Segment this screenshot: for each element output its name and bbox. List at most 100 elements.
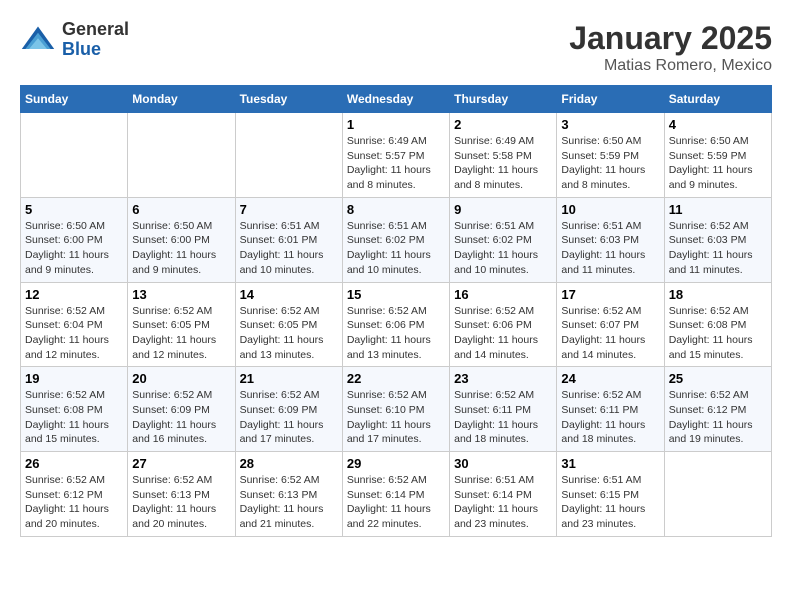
days-of-week-row: SundayMondayTuesdayWednesdayThursdayFrid…: [21, 86, 772, 113]
day-info: Sunrise: 6:52 AMSunset: 6:12 PMDaylight:…: [669, 388, 767, 447]
page-header: General Blue January 2025 Matias Romero,…: [20, 20, 772, 75]
day-info: Sunrise: 6:52 AMSunset: 6:13 PMDaylight:…: [240, 473, 338, 532]
calendar-cell: 1 Sunrise: 6:49 AMSunset: 5:57 PMDaylight…: [342, 113, 449, 198]
calendar-cell: 6Sunrise: 6:50 AMSunset: 6:00 PMDaylight…: [128, 197, 235, 282]
day-info: Sunrise: 6:51 AMSunset: 6:15 PMDaylight:…: [561, 473, 659, 532]
day-info: Sunrise: 6:52 AMSunset: 6:06 PMDaylight:…: [347, 304, 445, 363]
day-number: 31: [561, 456, 659, 471]
calendar-cell: 15Sunrise: 6:52 AMSunset: 6:06 PMDayligh…: [342, 282, 449, 367]
calendar-cell: 29 Sunrise: 6:52 AMSunset: 6:14 PMDayligh…: [342, 452, 449, 537]
day-number: 29: [347, 456, 445, 471]
day-number: 18: [669, 287, 767, 302]
calendar-cell: 11Sunrise: 6:52 AMSunset: 6:03 PMDayligh…: [664, 197, 771, 282]
day-number: 12: [25, 287, 123, 302]
day-number: 17: [561, 287, 659, 302]
calendar-cell: 10 Sunrise: 6:51 AMSunset: 6:03 PMDayligh…: [557, 197, 664, 282]
calendar-cell: [128, 113, 235, 198]
calendar-cell: 28 Sunrise: 6:52 AMSunset: 6:13 PMDayligh…: [235, 452, 342, 537]
title-block: January 2025 Matias Romero, Mexico: [569, 20, 772, 75]
day-number: 3: [561, 117, 659, 132]
day-number: 7: [240, 202, 338, 217]
day-info: Sunrise: 6:52 AMSunset: 6:06 PMDaylight:…: [454, 304, 552, 363]
logo: General Blue: [20, 20, 129, 60]
day-of-week-header: Sunday: [21, 86, 128, 113]
calendar-week-row: 1 Sunrise: 6:49 AMSunset: 5:57 PMDaylight…: [21, 113, 772, 198]
day-number: 28: [240, 456, 338, 471]
day-info: Sunrise: 6:52 AMSunset: 6:05 PMDaylight:…: [132, 304, 230, 363]
day-info: Sunrise: 6:52 AMSunset: 6:03 PMDaylight:…: [669, 219, 767, 278]
day-info: Sunrise: 6:52 AMSunset: 6:14 PMDaylight:…: [347, 473, 445, 532]
day-number: 26: [25, 456, 123, 471]
day-info: Sunrise: 6:52 AMSunset: 6:11 PMDaylight:…: [561, 388, 659, 447]
day-info: Sunrise: 6:51 AMSunset: 6:02 PMDaylight:…: [454, 219, 552, 278]
day-info: Sunrise: 6:49 AMSunset: 5:57 PMDaylight:…: [347, 134, 445, 193]
calendar-cell: 23Sunrise: 6:52 AMSunset: 6:11 PMDayligh…: [450, 367, 557, 452]
day-info: Sunrise: 6:52 AMSunset: 6:05 PMDaylight:…: [240, 304, 338, 363]
calendar-cell: 26 Sunrise: 6:52 AMSunset: 6:12 PMDayligh…: [21, 452, 128, 537]
day-info: Sunrise: 6:50 AMSunset: 5:59 PMDaylight:…: [669, 134, 767, 193]
day-number: 21: [240, 371, 338, 386]
day-info: Sunrise: 6:52 AMSunset: 6:10 PMDaylight:…: [347, 388, 445, 447]
day-number: 6: [132, 202, 230, 217]
day-of-week-header: Thursday: [450, 86, 557, 113]
day-info: Sunrise: 6:49 AMSunset: 5:58 PMDaylight:…: [454, 134, 552, 193]
day-number: 25: [669, 371, 767, 386]
calendar-cell: 12 Sunrise: 6:52 AMSunset: 6:04 PMDayligh…: [21, 282, 128, 367]
day-info: Sunrise: 6:51 AMSunset: 6:03 PMDaylight:…: [561, 219, 659, 278]
calendar-table: SundayMondayTuesdayWednesdayThursdayFrid…: [20, 85, 772, 537]
calendar-cell: 9 Sunrise: 6:51 AMSunset: 6:02 PMDaylight…: [450, 197, 557, 282]
calendar-cell: 14 Sunrise: 6:52 AMSunset: 6:05 PMDayligh…: [235, 282, 342, 367]
calendar-cell: 7 Sunrise: 6:51 AMSunset: 6:01 PMDaylight…: [235, 197, 342, 282]
day-number: 1: [347, 117, 445, 132]
day-info: Sunrise: 6:52 AMSunset: 6:09 PMDaylight:…: [240, 388, 338, 447]
day-number: 20: [132, 371, 230, 386]
day-info: Sunrise: 6:52 AMSunset: 6:09 PMDaylight:…: [132, 388, 230, 447]
calendar-cell: 19 Sunrise: 6:52 AMSunset: 6:08 PMDayligh…: [21, 367, 128, 452]
day-number: 19: [25, 371, 123, 386]
day-info: Sunrise: 6:51 AMSunset: 6:01 PMDaylight:…: [240, 219, 338, 278]
calendar-cell: 22 Sunrise: 6:52 AMSunset: 6:10 PMDayligh…: [342, 367, 449, 452]
calendar-cell: 21 Sunrise: 6:52 AMSunset: 6:09 PMDayligh…: [235, 367, 342, 452]
calendar-week-row: 5 Sunrise: 6:50 AMSunset: 6:00 PMDaylight…: [21, 197, 772, 282]
calendar-cell: [664, 452, 771, 537]
calendar-cell: 13 Sunrise: 6:52 AMSunset: 6:05 PMDayligh…: [128, 282, 235, 367]
calendar-body: 1 Sunrise: 6:49 AMSunset: 5:57 PMDaylight…: [21, 113, 772, 537]
calendar-header: SundayMondayTuesdayWednesdayThursdayFrid…: [21, 86, 772, 113]
calendar-week-row: 12 Sunrise: 6:52 AMSunset: 6:04 PMDayligh…: [21, 282, 772, 367]
day-number: 27: [132, 456, 230, 471]
day-number: 9: [454, 202, 552, 217]
calendar-cell: [235, 113, 342, 198]
calendar-cell: 27 Sunrise: 6:52 AMSunset: 6:13 PMDayligh…: [128, 452, 235, 537]
day-number: 24: [561, 371, 659, 386]
day-number: 23: [454, 371, 552, 386]
calendar-title: January 2025: [569, 20, 772, 57]
calendar-cell: 3 Sunrise: 6:50 AMSunset: 5:59 PMDaylight…: [557, 113, 664, 198]
calendar-subtitle: Matias Romero, Mexico: [569, 57, 772, 75]
calendar-cell: 30 Sunrise: 6:51 AMSunset: 6:14 PMDayligh…: [450, 452, 557, 537]
day-number: 30: [454, 456, 552, 471]
day-number: 14: [240, 287, 338, 302]
day-number: 13: [132, 287, 230, 302]
day-number: 4: [669, 117, 767, 132]
day-info: Sunrise: 6:52 AMSunset: 6:08 PMDaylight:…: [25, 388, 123, 447]
day-info: Sunrise: 6:52 AMSunset: 6:12 PMDaylight:…: [25, 473, 123, 532]
day-number: 22: [347, 371, 445, 386]
day-number: 5: [25, 202, 123, 217]
day-of-week-header: Monday: [128, 86, 235, 113]
day-info: Sunrise: 6:51 AMSunset: 6:02 PMDaylight:…: [347, 219, 445, 278]
day-info: Sunrise: 6:50 AMSunset: 6:00 PMDaylight:…: [25, 219, 123, 278]
calendar-week-row: 19 Sunrise: 6:52 AMSunset: 6:08 PMDayligh…: [21, 367, 772, 452]
day-info: Sunrise: 6:52 AMSunset: 6:13 PMDaylight:…: [132, 473, 230, 532]
day-info: Sunrise: 6:52 AMSunset: 6:04 PMDaylight:…: [25, 304, 123, 363]
calendar-cell: 20 Sunrise: 6:52 AMSunset: 6:09 PMDayligh…: [128, 367, 235, 452]
day-of-week-header: Wednesday: [342, 86, 449, 113]
calendar-cell: 24 Sunrise: 6:52 AMSunset: 6:11 PMDayligh…: [557, 367, 664, 452]
calendar-cell: 18 Sunrise: 6:52 AMSunset: 6:08 PMDayligh…: [664, 282, 771, 367]
calendar-cell: 25 Sunrise: 6:52 AMSunset: 6:12 PMDayligh…: [664, 367, 771, 452]
calendar-cell: 31 Sunrise: 6:51 AMSunset: 6:15 PMDayligh…: [557, 452, 664, 537]
day-info: Sunrise: 6:51 AMSunset: 6:14 PMDaylight:…: [454, 473, 552, 532]
day-info: Sunrise: 6:52 AMSunset: 6:08 PMDaylight:…: [669, 304, 767, 363]
calendar-cell: 17Sunrise: 6:52 AMSunset: 6:07 PMDayligh…: [557, 282, 664, 367]
day-number: 10: [561, 202, 659, 217]
day-info: Sunrise: 6:50 AMSunset: 5:59 PMDaylight:…: [561, 134, 659, 193]
